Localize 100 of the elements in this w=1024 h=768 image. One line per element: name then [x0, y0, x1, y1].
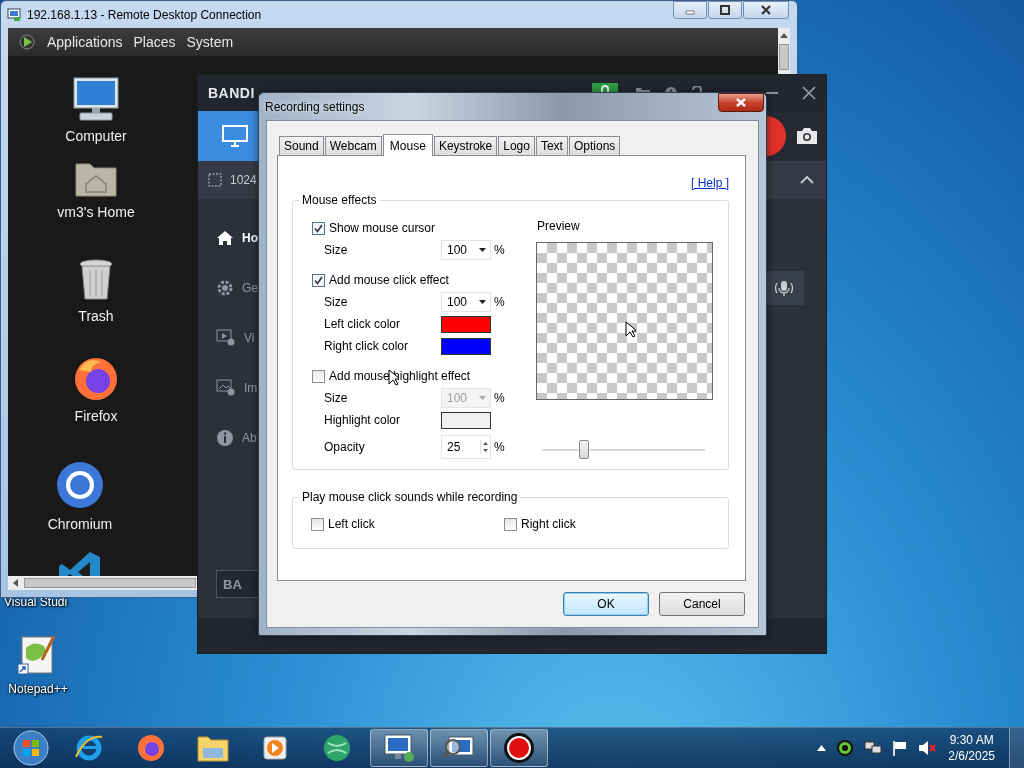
status-icon[interactable]: [836, 739, 855, 757]
dropdown-arrow-icon: [479, 396, 486, 400]
field-label: Highlight color: [323, 413, 402, 427]
group-title: Play mouse click sounds while recording: [301, 490, 519, 504]
remote-desktop-icon: [383, 733, 415, 763]
checkbox[interactable]: [312, 273, 325, 287]
menu-item[interactable]: Applications: [47, 34, 123, 50]
tab[interactable]: Keystroke: [433, 136, 498, 155]
video-settings-icon: [216, 329, 236, 347]
taskbar-app[interactable]: [490, 729, 548, 767]
chromium-icon[interactable]: [55, 460, 105, 510]
vertical-scrollbar[interactable]: [778, 28, 790, 74]
info-icon: [216, 429, 234, 447]
color-swatch[interactable]: [441, 411, 491, 429]
tab[interactable]: Text: [535, 136, 568, 155]
app-logo: BANDI: [208, 85, 255, 101]
clock[interactable]: 9:30 AM 2/6/2025: [948, 732, 995, 764]
dropdown-arrow-icon: [479, 300, 486, 304]
spin-up-icon[interactable]: [481, 440, 490, 447]
maximize-button[interactable]: [708, 1, 742, 19]
checkbox[interactable]: [312, 221, 325, 235]
color-swatch[interactable]: [441, 337, 491, 355]
play-icon: [262, 735, 288, 761]
opacity-slider[interactable]: [542, 440, 705, 460]
show-desktop-button[interactable]: [1009, 728, 1024, 768]
field-label: Size: [323, 391, 349, 405]
unit-label: %: [494, 243, 505, 257]
selection-icon[interactable]: [208, 173, 222, 187]
microphone-toggle[interactable]: [764, 271, 804, 305]
icon-label[interactable]: Firefox: [74, 408, 118, 424]
size-dropdown[interactable]: 100: [441, 240, 491, 260]
nav-item[interactable]: Ab: [198, 429, 258, 447]
unit-label: %: [494, 391, 505, 405]
icon-label[interactable]: Chromium: [47, 516, 113, 532]
checkbox-label[interactable]: Right click: [521, 517, 576, 531]
checkmark-icon: [314, 223, 323, 233]
icon-label[interactable]: vm3's Home: [57, 204, 135, 220]
dialog-title: Recording settings: [265, 99, 365, 114]
menu-item[interactable]: System: [186, 34, 234, 50]
nav-item[interactable]: Im: [198, 379, 258, 397]
tab[interactable]: Sound: [279, 136, 324, 155]
scrollbar-thumb[interactable]: [24, 578, 196, 588]
remote-desktop-icon: [7, 7, 21, 22]
checkbox[interactable]: [312, 369, 325, 383]
windows-logo-icon: [13, 730, 49, 766]
checkbox-label[interactable]: Add mouse click effect: [329, 273, 449, 287]
checkbox-label[interactable]: Left click: [328, 517, 375, 531]
camera-icon[interactable]: [796, 127, 818, 145]
scroll-up-icon[interactable]: [780, 32, 788, 38]
nav-item[interactable]: Vi: [198, 329, 258, 347]
show-hidden-icons-icon[interactable]: [817, 745, 827, 751]
field-label: Right click color: [323, 339, 410, 353]
tab[interactable]: Mouse: [382, 134, 433, 156]
field-label: Size: [323, 295, 349, 309]
menu-item[interactable]: Places: [133, 34, 176, 50]
checkbox[interactable]: [311, 517, 324, 531]
trash-icon[interactable]: [78, 258, 114, 302]
ok-button[interactable]: OK: [563, 592, 649, 616]
field-label: Opacity: [323, 440, 366, 454]
nav-item[interactable]: Ge: [198, 279, 258, 297]
color-swatch[interactable]: [441, 315, 491, 333]
size-dropdown[interactable]: 100: [441, 292, 491, 312]
close-button[interactable]: [718, 93, 764, 112]
folder-icon: [197, 734, 229, 762]
network-icon[interactable]: [864, 740, 883, 756]
unit-label: %: [494, 440, 505, 454]
spin-down-icon[interactable]: [481, 447, 490, 454]
help-link[interactable]: [ Help ]: [691, 176, 729, 192]
tab[interactable]: Webcam: [324, 136, 382, 155]
flag-icon[interactable]: [892, 740, 909, 756]
scroll-left-icon[interactable]: [12, 579, 18, 587]
firefox-icon[interactable]: [73, 356, 119, 402]
close-icon[interactable]: [802, 86, 816, 100]
tab[interactable]: Logo: [498, 136, 535, 155]
preview-title: Preview: [537, 218, 581, 235]
gear-icon: [216, 279, 234, 297]
footer-button[interactable]: BA: [216, 570, 260, 598]
checkbox-label[interactable]: Show mouse cursor: [329, 221, 436, 235]
nav-item[interactable]: Ho: [198, 229, 258, 247]
close-icon: [736, 98, 746, 107]
taskbar-app[interactable]: [370, 729, 428, 767]
opacity-spinner[interactable]: 25: [441, 435, 491, 459]
record-icon: [503, 732, 535, 764]
microphone-icon: [773, 279, 795, 297]
speaker-muted-icon[interactable]: [918, 740, 937, 756]
chevron-up-icon[interactable]: [800, 176, 814, 184]
icon-label[interactable]: Trash: [78, 308, 114, 324]
computer-icon[interactable]: [72, 76, 120, 122]
taskbar-app[interactable]: [430, 729, 488, 767]
slider-thumb[interactable]: [579, 440, 590, 459]
cancel-button[interactable]: Cancel: [659, 592, 745, 616]
menu-icon[interactable]: [18, 33, 36, 51]
tab[interactable]: Options: [568, 136, 621, 155]
close-button[interactable]: [743, 1, 789, 19]
scrollbar-thumb[interactable]: [779, 44, 789, 70]
checkmark-icon: [314, 275, 323, 285]
icon-label[interactable]: Computer: [65, 128, 127, 144]
icon-label[interactable]: Visual Studi: [4, 595, 68, 609]
icon-label[interactable]: Notepad++: [8, 682, 68, 696]
checkbox[interactable]: [504, 517, 517, 531]
